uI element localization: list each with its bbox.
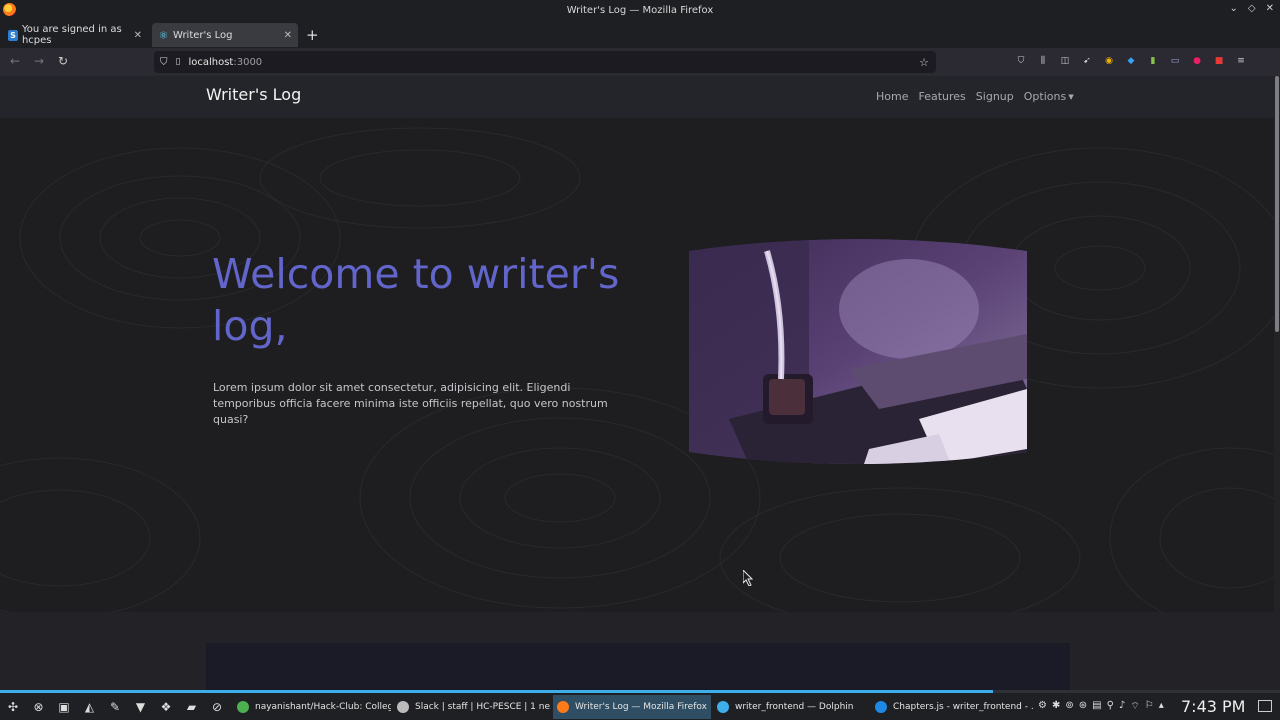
tray-icon[interactable]: ♪	[1119, 700, 1125, 713]
extension-f-icon[interactable]: ■	[1212, 54, 1226, 68]
mouse-cursor-icon	[743, 570, 753, 586]
back-button[interactable]: ←	[10, 54, 20, 68]
features-section	[0, 612, 1274, 690]
task-dolphin[interactable]: writer_frontend — Dolphin	[713, 695, 869, 719]
tool-a-icon[interactable]: ⊗	[31, 699, 47, 715]
taskbar: ✣ ⊗ ▣ ◭ ✎ ▼ ❖ ▰ ⊘ nayanishant/Hack-Club: Colleg.…	[0, 690, 1280, 720]
window-titlebar: Writer's Log — Mozilla Firefox ⌄ ◇ ✕	[0, 0, 1280, 20]
tray-icon[interactable]: ⊛	[1079, 700, 1087, 713]
tab-signed-in[interactable]: S You are signed in as hcpes ✕	[2, 23, 148, 47]
library-icon[interactable]: ⫼	[1036, 54, 1050, 68]
slack-icon	[397, 701, 409, 713]
site-brand[interactable]: Writer's Log	[206, 85, 301, 104]
bookmark-star-icon[interactable]: ☆	[919, 56, 929, 69]
vscode-icon	[875, 701, 887, 713]
kde-connect-icon[interactable]: ❖	[158, 699, 174, 715]
reload-button[interactable]: ↻	[58, 54, 68, 68]
tray-icon[interactable]: ⌔	[1130, 700, 1139, 713]
pocket-icon[interactable]: ⛉	[1014, 54, 1028, 68]
slack-favicon-icon: S	[8, 29, 18, 41]
close-window-button[interactable]: ✕	[1266, 3, 1274, 14]
app-menu-icon[interactable]: ✣	[5, 699, 21, 715]
terminal-icon[interactable]: ▣	[56, 699, 72, 715]
nav-features-link[interactable]: Features	[918, 90, 965, 103]
hero-section: Welcome to writer's log, Lorem ipsum dol…	[0, 118, 1274, 612]
extension-icons: ⛉ ⫼ ◫ ➹ ◉ ◆ ▮ ▭ ● ■ ≡	[1014, 54, 1248, 68]
maximize-button[interactable]: ◇	[1248, 3, 1256, 14]
tab-strip: S You are signed in as hcpes ✕ ⚛ Writer'…	[0, 20, 1280, 48]
clock[interactable]: 7:43 PM	[1181, 697, 1245, 716]
extension-b-icon[interactable]: ◉	[1102, 54, 1116, 68]
taskbar-progress-line	[0, 690, 993, 693]
window-title: Writer's Log — Mozilla Firefox	[566, 4, 714, 16]
browser-toolbar: ← → ↻ ⛉ ▯ localhost:3000 ☆ ⛉ ⫼ ◫ ➹ ◉ ◆ ▮ ▭ ● ■ ≡	[0, 48, 1280, 76]
extension-d-icon[interactable]: ▮	[1146, 54, 1160, 68]
chrome-icon	[237, 701, 249, 713]
tab-label: You are signed in as hcpes	[21, 24, 122, 46]
nav-home-link[interactable]: Home	[876, 90, 908, 103]
page-scrollbar[interactable]	[1274, 76, 1280, 690]
task-github[interactable]: nayanishant/Hack-Club: Colleg...	[233, 695, 391, 719]
tab-writers-log[interactable]: ⚛ Writer's Log ✕	[152, 23, 298, 47]
extension-c-icon[interactable]: ◆	[1124, 54, 1138, 68]
react-favicon-icon: ⚛	[158, 28, 169, 42]
extension-a-icon[interactable]: ➹	[1080, 54, 1094, 68]
tray-icon[interactable]: ⚐	[1145, 700, 1154, 713]
caret-down-icon: ▼	[1066, 93, 1074, 101]
folder-app-icon[interactable]: ▰	[184, 699, 200, 715]
firefox-icon	[3, 3, 16, 16]
tab-label: Writer's Log	[173, 29, 233, 41]
close-tab-icon[interactable]: ✕	[284, 30, 292, 41]
task-vscode[interactable]: Chapters.js - writer_frontend - ...	[871, 695, 1033, 719]
minimize-button[interactable]: ⌄	[1230, 3, 1238, 14]
system-tray: ⚙ ✱ ⊚ ⊛ ▤ ⚲ ♪ ⌔ ⚐ ▴	[1038, 700, 1164, 713]
scrollbar-thumb[interactable]	[1275, 76, 1279, 332]
url-text[interactable]: localhost:3000	[188, 57, 262, 68]
page-info-icon[interactable]: ▯	[176, 57, 181, 67]
page-viewport: Writer's Log Home Features Signup Option…	[0, 76, 1274, 690]
extension-e-icon[interactable]: ▭	[1168, 54, 1182, 68]
hero-heading: Welcome to writer's log,	[212, 250, 620, 350]
firefox-icon	[557, 701, 569, 713]
url-bar[interactable]: ⛉ ▯ localhost:3000 ☆	[154, 51, 936, 73]
topographic-background	[0, 127, 1274, 612]
feature-card	[206, 643, 1070, 690]
show-desktop-button[interactable]	[1258, 700, 1272, 712]
tracking-protection-icon[interactable]: ⛉	[160, 57, 168, 68]
quill-ink-photo	[689, 239, 1027, 464]
tray-icon[interactable]: ▴	[1159, 700, 1164, 713]
color-picker-icon[interactable]: ●	[1190, 54, 1204, 68]
tray-icon[interactable]: ⊚	[1065, 700, 1073, 713]
tray-icon[interactable]: ⚙	[1038, 700, 1047, 713]
editor-icon[interactable]: ✎	[107, 699, 123, 715]
hero-paragraph: Lorem ipsum dolor sit amet consectetur, …	[213, 381, 608, 426]
new-tab-button[interactable]: +	[306, 26, 319, 44]
vivaldi-icon[interactable]: ▼	[133, 699, 149, 715]
close-tab-icon[interactable]: ✕	[134, 30, 142, 41]
task-slack[interactable]: Slack | staff | HC-PESCE | 1 ne...	[393, 695, 551, 719]
nav-options-dropdown[interactable]: Options ▼	[1024, 90, 1074, 103]
monitor-icon[interactable]: ◭	[82, 699, 98, 715]
nav-signup-link[interactable]: Signup	[976, 90, 1014, 103]
tray-icon[interactable]: ▤	[1092, 700, 1101, 713]
site-navbar: Writer's Log Home Features Signup Option…	[0, 76, 1274, 118]
tray-icon[interactable]: ✱	[1052, 700, 1060, 713]
brave-icon[interactable]: ⊘	[209, 699, 225, 715]
tray-icon[interactable]: ⚲	[1107, 700, 1114, 713]
folder-icon	[717, 701, 729, 713]
sidebar-icon[interactable]: ◫	[1058, 54, 1072, 68]
forward-button[interactable]: →	[34, 54, 44, 68]
task-firefox[interactable]: Writer's Log — Mozilla Firefox	[553, 695, 711, 719]
menu-icon[interactable]: ≡	[1234, 54, 1248, 68]
